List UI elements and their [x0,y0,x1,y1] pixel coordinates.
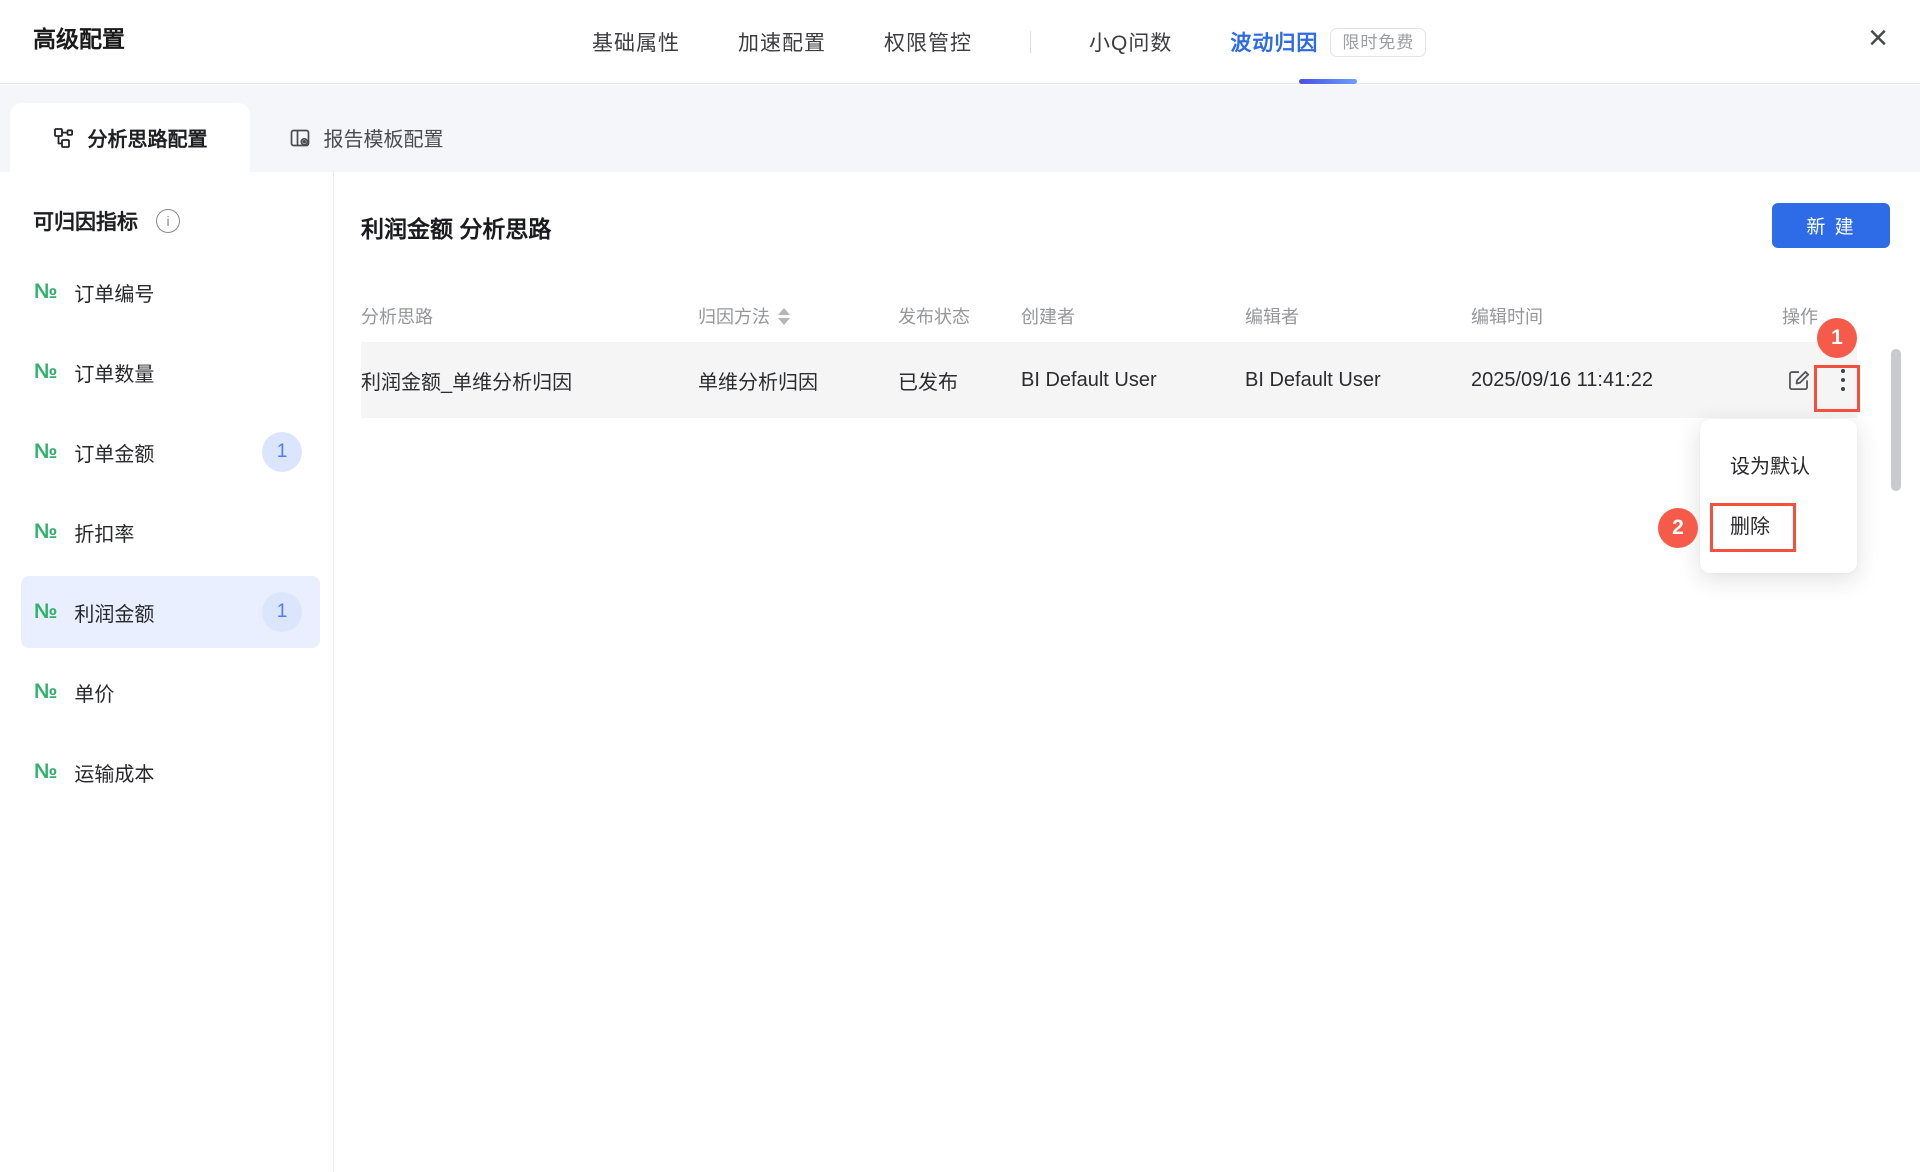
limited-free-badge: 限时免费 [1330,28,1426,57]
numero-metric-icon: № [34,360,57,384]
sidebar-item-label: 单价 [74,678,114,707]
sidebar-item-label: 订单编号 [74,278,154,307]
subtab-band: 分析思路配置 报告模板配置 [0,85,1920,172]
numero-metric-icon: № [34,280,57,304]
nav-tab-fluctuation-attribution[interactable]: 波动归因 限时免费 [1230,0,1426,84]
nav-tab-permission[interactable]: 权限管控 [884,0,972,84]
count-badge: 1 [262,592,302,632]
col-status: 发布状态 [898,303,1021,329]
sidebar-item-label: 利润金额 [74,598,154,627]
sidebar-item-label: 运输成本 [74,758,154,787]
dialog-title: 高级配置 [33,20,125,54]
nav-tab-acceleration-label: 加速配置 [738,27,826,57]
create-new-button[interactable]: 新 建 [1772,203,1890,248]
vertical-scrollbar-thumb[interactable] [1891,349,1901,491]
col-editor: 编辑者 [1245,303,1471,329]
sidebar-item-unit-price[interactable]: № 单价 [21,656,320,728]
nav-divider [1030,31,1031,53]
sidebar-item-discount-rate[interactable]: № 折扣率 [21,496,320,568]
col-creator: 创建者 [1021,303,1245,329]
sidebar-item-order-quantity[interactable]: № 订单数量 [21,336,320,408]
sidebar-item-order-id[interactable]: № 订单编号 [21,256,320,328]
numero-metric-icon: № [34,520,57,544]
report-template-icon [289,127,311,149]
analysis-table: 分析思路 归因方法 发布状态 创建者 编辑者 编辑时间 操作 利润金额 [361,290,1857,418]
nav-tab-basic[interactable]: 基础属性 [592,0,680,84]
nav-tab-xiaoq-label: 小Q问数 [1089,27,1172,57]
sidebar-item-shipping-cost[interactable]: № 运输成本 [21,736,320,808]
nav-tab-acceleration[interactable]: 加速配置 [738,0,826,84]
sidebar-item-label: 折扣率 [74,518,134,547]
cell-edited-time: 2025/09/16 11:41:22 [1471,369,1782,392]
metric-list: № 订单编号 № 订单数量 № 订单金额 1 № 折扣率 № 利润金额 1 № … [21,256,320,816]
col-analysis: 分析思路 [361,303,698,329]
info-icon[interactable]: i [156,209,180,233]
nav-tab-xiaoq[interactable]: 小Q问数 [1089,0,1172,84]
cell-editor: BI Default User [1245,369,1471,392]
active-tab-underline [1299,79,1357,84]
tab-analysis-config-label: 分析思路配置 [88,123,208,152]
tab-analysis-config[interactable]: 分析思路配置 [10,103,250,172]
tab-report-template-label: 报告模板配置 [324,123,444,152]
cell-status: 已发布 [898,366,1021,395]
annotation-step-2: 2 [1658,508,1698,548]
page-title: 利润金额 分析思路 [361,210,551,244]
sidebar-item-order-amount[interactable]: № 订单金额 1 [21,416,320,488]
edit-icon[interactable] [1786,368,1811,393]
numero-metric-icon: № [34,440,57,464]
sidebar-item-label: 订单金额 [74,438,154,467]
close-icon[interactable]: × [1856,16,1900,60]
sidebar-title: 可归因指标 [33,206,138,236]
cell-creator: BI Default User [1021,369,1245,392]
metric-sidebar: 可归因指标 i № 订单编号 № 订单数量 № 订单金额 1 № 折扣率 № 利… [0,172,334,1172]
numero-metric-icon: № [34,680,57,704]
table-row[interactable]: 利润金额_单维分析归因 单维分析归因 已发布 BI Default User B… [361,342,1857,418]
annotation-box-kebab [1814,365,1860,412]
numero-metric-icon: № [34,600,57,624]
nav-tab-basic-label: 基础属性 [592,27,680,57]
sidebar-title-row: 可归因指标 i [33,206,180,236]
annotation-box-delete [1710,503,1796,552]
numero-metric-icon: № [34,760,57,784]
table-header: 分析思路 归因方法 发布状态 创建者 编辑者 编辑时间 操作 [361,290,1857,342]
col-edited-time: 编辑时间 [1471,303,1782,329]
cell-method: 单维分析归因 [698,366,898,395]
dialog-header: 高级配置 基础属性 加速配置 权限管控 小Q问数 波动归因 限时免费 × [0,0,1920,84]
sort-icon[interactable] [778,308,790,325]
menu-item-set-default[interactable]: 设为默认 [1700,441,1857,493]
main-area: 利润金额 分析思路 新 建 分析思路 归因方法 发布状态 创建者 编辑者 编辑时… [334,172,1920,1172]
header-nav: 基础属性 加速配置 权限管控 小Q问数 波动归因 限时免费 [592,0,1426,84]
annotation-step-1: 1 [1817,318,1857,358]
flow-diagram-icon [53,127,75,149]
col-method: 归因方法 [698,303,898,329]
tab-report-template-config[interactable]: 报告模板配置 [250,103,482,172]
count-badge: 1 [262,432,302,472]
sidebar-item-label: 订单数量 [74,358,154,387]
sidebar-item-profit-amount[interactable]: № 利润金额 1 [21,576,320,648]
nav-tab-fluctuation-label: 波动归因 [1230,27,1318,57]
nav-tab-permission-label: 权限管控 [884,27,972,57]
cell-analysis-name: 利润金额_单维分析归因 [361,366,698,395]
